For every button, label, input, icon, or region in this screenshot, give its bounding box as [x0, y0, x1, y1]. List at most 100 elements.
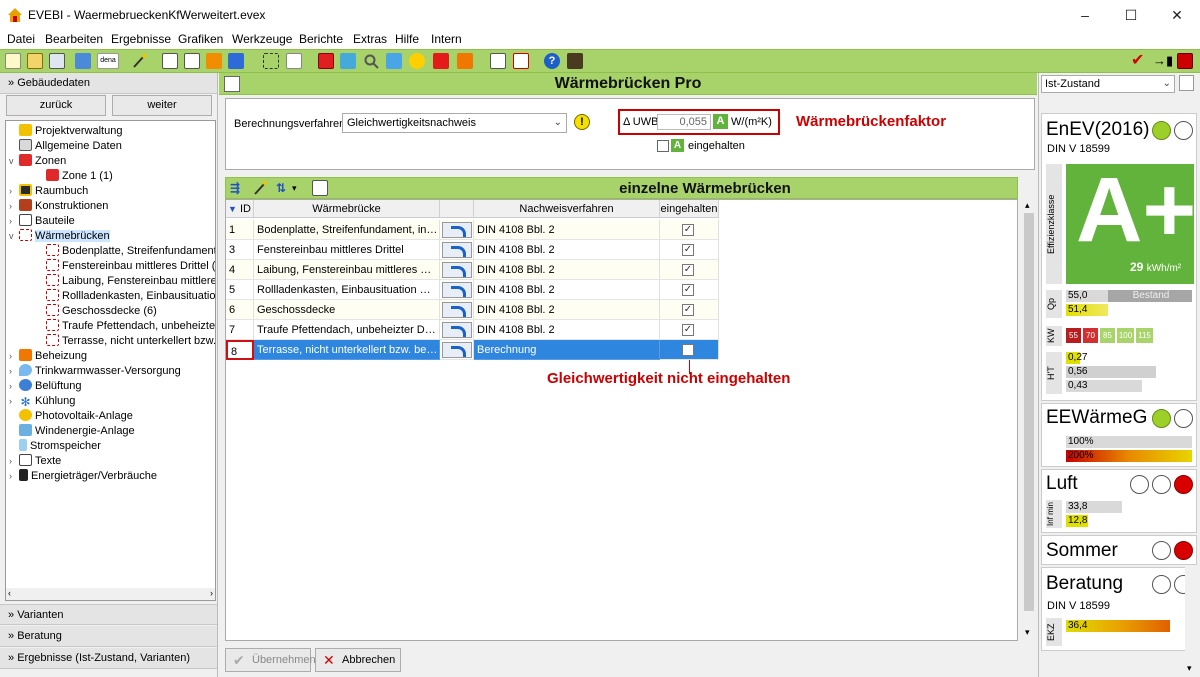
row-checkbox[interactable]: ✓: [682, 304, 694, 316]
tree-item-trinkwarmwasser[interactable]: › Trinkwarmwasser-Versorgung: [9, 364, 181, 379]
section-varianten[interactable]: » Varianten: [0, 604, 217, 625]
tree-item-windenergie[interactable]: Windenergie-Anlage: [9, 424, 135, 439]
back-button[interactable]: zurück: [6, 95, 106, 116]
column-nachweisverfahren[interactable]: Nachweisverfahren: [474, 200, 660, 218]
tree-item-belueftung[interactable]: › Belüftung: [9, 379, 81, 394]
apply-button[interactable]: ✔ Übernehmen: [225, 648, 316, 672]
copy-icon[interactable]: [49, 53, 65, 69]
table-row[interactable]: 6 Geschossdecke DIN 4108 Bbl. 2 ✓: [226, 300, 719, 320]
tree-item-bridge-1[interactable]: Bodenplatte, Streifenfundament, in: [46, 244, 215, 259]
sun-icon[interactable]: [409, 53, 425, 69]
table-row[interactable]: 1 Bodenplatte, Streifenfundament, inne .…: [226, 220, 719, 240]
method-select[interactable]: Gleichwertigkeitsnachweis ⌄: [342, 113, 567, 133]
tree-item-kuehlung[interactable]: › ✻ Kühlung: [9, 394, 75, 409]
eingehalten-checkbox[interactable]: [657, 140, 669, 152]
tree-item-bridge-7[interactable]: Traufe Pfettendach, unbeheizter Dac: [46, 319, 215, 334]
minimize-button[interactable]: –: [1062, 0, 1108, 30]
list-icon[interactable]: [286, 53, 302, 69]
snowflake-icon[interactable]: [386, 53, 402, 69]
magnifier-icon[interactable]: [363, 53, 379, 69]
help-icon[interactable]: ?: [544, 53, 560, 69]
chart-red-icon[interactable]: [1177, 53, 1193, 69]
tree-item-konstruktionen[interactable]: › Konstruktionen: [9, 199, 108, 214]
row-checkbox[interactable]: ✓: [682, 264, 694, 276]
table-row[interactable]: 5 Rollladenkasten, Einbausituation mit D…: [226, 280, 719, 300]
row-checkbox[interactable]: ✓: [682, 244, 694, 256]
menu-datei[interactable]: Datei: [7, 32, 35, 46]
table-row-selected[interactable]: 8 Terrasse, nicht unterkellert bzw. behe…: [226, 340, 719, 360]
report-icon[interactable]: [513, 53, 529, 69]
insert-icon[interactable]: [184, 53, 200, 69]
edit-arrow-icon[interactable]: [442, 302, 472, 318]
menu-grafiken[interactable]: Grafiken: [178, 32, 223, 46]
menu-extras[interactable]: Extras: [353, 32, 387, 46]
menu-ergebnisse[interactable]: Ergebnisse: [111, 32, 171, 46]
calculator-icon[interactable]: [567, 53, 583, 69]
grid-vscrollbar[interactable]: ▴ ▾: [1023, 199, 1035, 641]
edit-arrow-icon[interactable]: [442, 262, 472, 278]
menu-bearbeiten[interactable]: Bearbeiten: [45, 32, 103, 46]
section-beratung[interactable]: » Beratung: [0, 626, 217, 647]
dena-icon[interactable]: dena: [97, 53, 119, 69]
new-file-icon[interactable]: [5, 53, 21, 69]
document-icon[interactable]: [162, 53, 178, 69]
cancel-button[interactable]: ✕ Abbrechen: [315, 648, 401, 672]
section-ergebnisse[interactable]: » Ergebnisse (Ist-Zustand, Varianten): [0, 648, 217, 669]
tree-item-stromspeicher[interactable]: Stromspeicher: [9, 439, 101, 454]
menu-werkzeuge[interactable]: Werkzeuge: [232, 32, 292, 46]
right-vscrollbar[interactable]: ▾: [1185, 565, 1197, 677]
column-eingehalten[interactable]: eingehalten: [660, 200, 719, 218]
hierarchy-icon[interactable]: [263, 53, 279, 69]
tree-item-raumbuch[interactable]: › Raumbuch: [9, 184, 88, 199]
euro-icon[interactable]: [457, 53, 473, 69]
scroll-right-icon[interactable]: ›: [210, 588, 213, 598]
row-checkbox[interactable]: ✓: [682, 324, 694, 336]
edit-arrow-icon[interactable]: [442, 242, 472, 258]
tree-item-texte[interactable]: › Texte: [9, 454, 61, 469]
tree-item-bridge-5[interactable]: Rollladenkasten, Einbausituation mi: [46, 289, 215, 304]
tree-item-energietraeger[interactable]: › Energieträger/Verbräuche: [9, 469, 157, 484]
wand-icon[interactable]: [131, 53, 147, 69]
scroll-left-icon[interactable]: ‹: [8, 588, 11, 598]
warning-icon[interactable]: !: [574, 114, 590, 130]
tree-hscrollbar[interactable]: ‹ ›: [6, 588, 215, 600]
tree-item-projektverwaltung[interactable]: Projektverwaltung: [9, 124, 122, 139]
tree-item-beheizung[interactable]: › Beheizung: [9, 349, 87, 364]
tree-item-photovoltaik[interactable]: Photovoltaik-Anlage: [9, 409, 133, 424]
tree-item-bridge-4[interactable]: Laibung, Fenstereinbau mittleres Dri: [46, 274, 215, 289]
export-arrow-icon[interactable]: [75, 53, 91, 69]
edit-arrow-icon[interactable]: [442, 222, 472, 238]
table-row[interactable]: 3 Fenstereinbau mittleres Drittel DIN 41…: [226, 240, 719, 260]
scroll-thumb[interactable]: [1024, 213, 1034, 611]
row-checkbox[interactable]: [682, 344, 694, 356]
menu-berichte[interactable]: Berichte: [299, 32, 343, 46]
scroll-down-icon[interactable]: ▾: [1025, 627, 1030, 638]
uwb-value-field[interactable]: 0,055: [657, 114, 711, 130]
forward-button[interactable]: weiter: [112, 95, 212, 116]
scroll-up-icon[interactable]: ▴: [1025, 200, 1030, 211]
edit-arrow-icon[interactable]: [442, 282, 472, 298]
tree-item-bridge-3[interactable]: Fenstereinbau mittleres Drittel (3): [46, 259, 215, 274]
tree-item-bridge-8[interactable]: Terrasse, nicht unterkellert bzw. behe: [46, 334, 215, 349]
menu-intern[interactable]: Intern: [431, 32, 462, 46]
row-checkbox[interactable]: ✓: [682, 284, 694, 296]
row-checkbox[interactable]: ✓: [682, 224, 694, 236]
open-folder-icon[interactable]: [27, 53, 43, 69]
tree-item-allgemeine-daten[interactable]: Allgemeine Daten: [9, 139, 122, 154]
menu-hilfe[interactable]: Hilfe: [395, 32, 419, 46]
edit-arrow-icon[interactable]: [442, 322, 472, 338]
tree-item-bauteile[interactable]: › Bauteile: [9, 214, 75, 229]
column-waermebruecke[interactable]: Wärmebrücke: [254, 200, 440, 218]
close-button[interactable]: ✕: [1154, 0, 1200, 30]
panel-toggle-icon[interactable]: [1179, 75, 1194, 91]
next-blue-icon[interactable]: [228, 53, 244, 69]
next-orange-icon[interactable]: [206, 53, 222, 69]
table-row[interactable]: 4 Laibung, Fenstereinbau mittleres Dritt…: [226, 260, 719, 280]
column-id[interactable]: ▼ ID: [226, 200, 254, 218]
tree-item-zone-1[interactable]: Zone 1 (1): [46, 169, 113, 184]
report-red-icon[interactable]: [318, 53, 334, 69]
tree-item-waermebruecken[interactable]: v Wärmebrücken: [9, 229, 110, 244]
state-select[interactable]: Ist-Zustand ⌄: [1041, 75, 1175, 93]
exit-icon[interactable]: →▮: [1153, 53, 1173, 69]
check-red-icon[interactable]: ✔: [1131, 53, 1147, 69]
